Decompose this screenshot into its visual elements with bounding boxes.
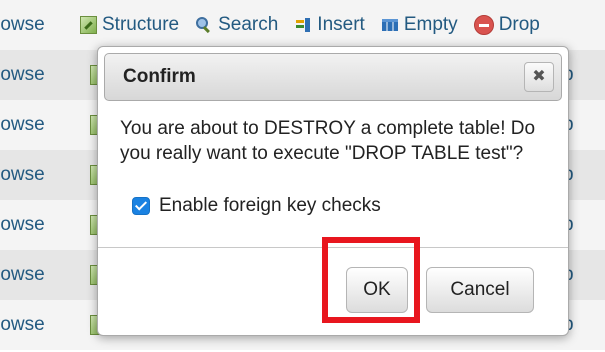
browse-link[interactable]: rowse — [0, 14, 45, 36]
browse-link[interactable]: rowse — [0, 64, 45, 86]
empty-link[interactable]: Empty — [381, 14, 458, 36]
insert-link[interactable]: Insert — [294, 14, 365, 36]
empty-table-icon — [381, 16, 399, 34]
checkbox-label: Enable foreign key checks — [159, 195, 381, 216]
drop-icon — [473, 15, 494, 35]
browse-link[interactable]: rowse — [0, 264, 45, 286]
structure-link[interactable]: Structure — [80, 14, 179, 36]
close-icon[interactable]: ✖ — [524, 62, 554, 92]
dialog-message: You are about to DESTROY a complete tabl… — [120, 118, 536, 164]
confirm-dialog: Confirm ✖ You are about to DESTROY a com… — [97, 46, 569, 336]
search-icon — [195, 16, 213, 34]
insert-icon — [294, 16, 312, 34]
table-row: rowse Structure Search Insert — [0, 0, 605, 50]
browse-link[interactable]: rowse — [0, 114, 45, 136]
cancel-button[interactable]: Cancel — [426, 267, 534, 313]
browse-link[interactable]: rowse — [0, 314, 45, 336]
dialog-titlebar[interactable]: Confirm ✖ — [104, 53, 562, 101]
browse-link[interactable]: rowse — [0, 164, 45, 186]
search-link[interactable]: Search — [195, 14, 278, 36]
dialog-title: Confirm — [123, 66, 196, 87]
highlight-box — [322, 237, 420, 323]
foreign-key-checks-checkbox[interactable] — [132, 197, 150, 215]
browse-link[interactable]: rowse — [0, 214, 45, 236]
drop-link[interactable]: Drop — [473, 14, 540, 36]
foreign-key-checks-option[interactable]: Enable foreign key checks — [132, 195, 381, 217]
structure-icon — [80, 16, 97, 34]
